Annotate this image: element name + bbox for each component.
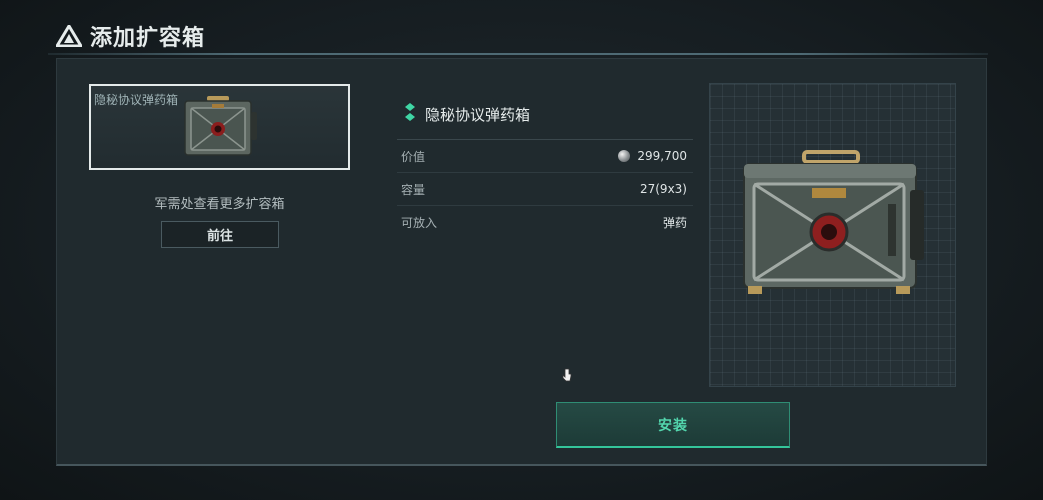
diamond-marker-icon	[405, 103, 415, 125]
card-label: 隐秘协议弹药箱	[94, 93, 179, 107]
info-row-allowed: 可放入 弹药	[397, 206, 693, 238]
item-info: 隐秘协议弹药箱 价值 299,700 容量 27(9x3) 可放入 弹药	[397, 89, 693, 238]
row-value: 27(9x3)	[639, 182, 687, 196]
more-boxes-hint: 军需处查看更多扩容箱	[154, 197, 285, 212]
coin-icon	[618, 150, 631, 162]
page-title: 添加扩容箱	[90, 26, 206, 51]
main-panel: 隐秘协议弹药箱 军需处查看更多扩容箱 前往 隐秘协议弹药箱 价值 299,700…	[56, 58, 987, 466]
row-label: 价值	[401, 149, 426, 164]
selected-expansion-card[interactable]: 隐秘协议弹药箱	[89, 84, 350, 170]
install-button[interactable]: 安装	[556, 402, 790, 448]
title-bar: 添加扩容箱	[56, 20, 205, 52]
title-divider	[48, 53, 988, 55]
triangle-logo-icon	[56, 25, 82, 47]
mouse-cursor-icon	[562, 367, 572, 386]
goto-button[interactable]: 前往	[161, 221, 279, 248]
info-row-capacity: 容量 27(9x3)	[397, 173, 693, 206]
item-preview	[709, 83, 956, 387]
info-row-value: 价值 299,700	[397, 140, 693, 173]
row-value: 299,700	[637, 149, 687, 163]
item-info-header: 隐秘协议弹药箱	[397, 89, 693, 140]
add-expansion-box-screen: 添加扩容箱 隐秘协议弹药箱 军需处查看更多扩容箱 前往 隐秘协议弹药箱 价值 2…	[0, 0, 1043, 500]
row-label: 容量	[401, 182, 426, 197]
ammo-box-preview-image	[740, 150, 926, 310]
ammo-box-thumbnail	[179, 94, 259, 164]
row-label: 可放入	[401, 215, 438, 230]
item-name: 隐秘协议弹药箱	[425, 105, 531, 124]
value-cell: 299,700	[618, 149, 687, 163]
row-value: 弹药	[662, 215, 687, 230]
